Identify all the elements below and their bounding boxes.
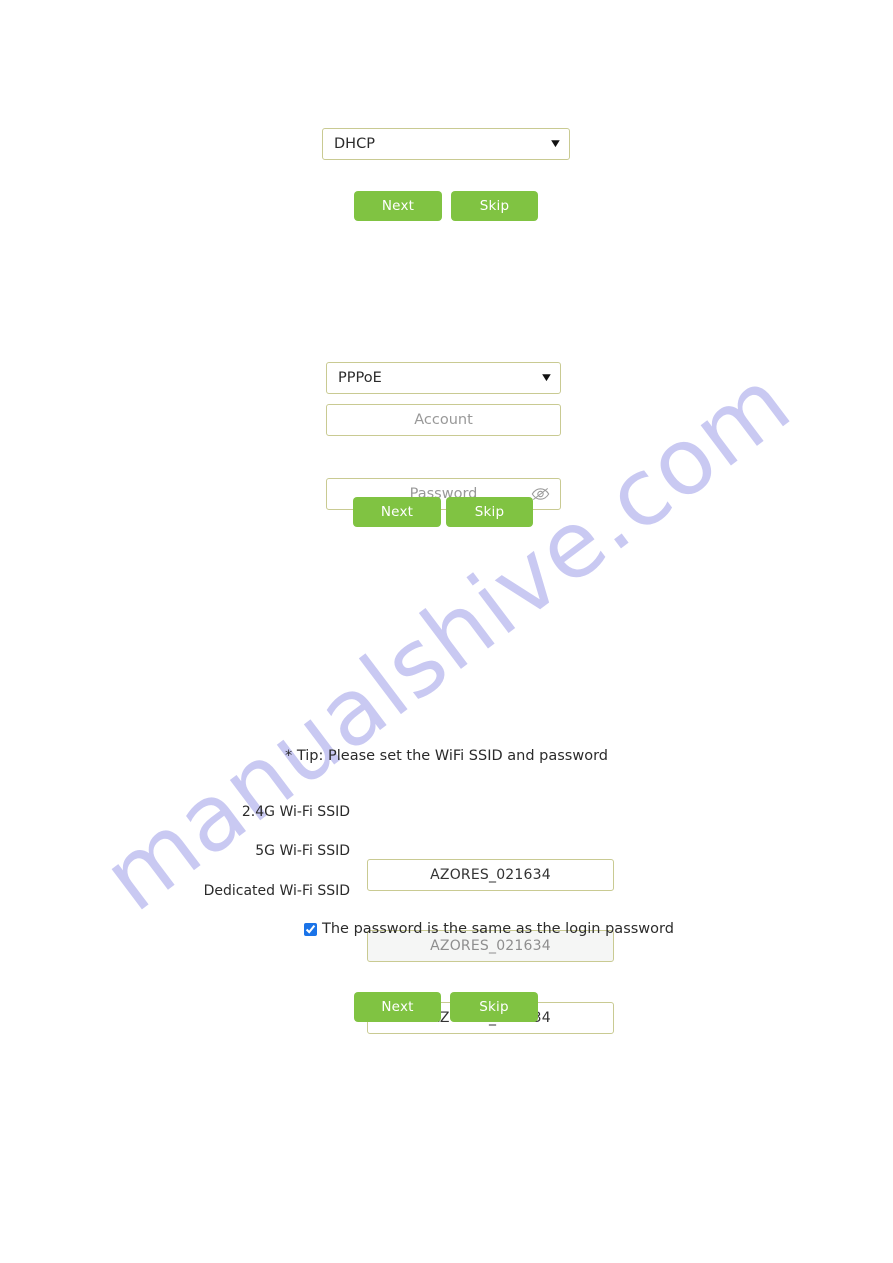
manual-page: DHCP ▼ Next Skip PPPoE ▼ Account Passwor…: [0, 0, 893, 1263]
chevron-down-icon: ▼: [542, 372, 551, 383]
same-password-checkbox[interactable]: [304, 922, 317, 936]
eye-slash-icon[interactable]: [531, 487, 550, 502]
label-ssid-dedicated: Dedicated Wi-Fi SSID: [203, 883, 350, 899]
dhcp-skip-button[interactable]: Skip: [451, 191, 538, 221]
dhcp-mode-select[interactable]: DHCP ▼: [322, 128, 570, 160]
label-ssid-5g: 5G Wi-Fi SSID: [255, 843, 350, 859]
same-password-checkbox-row[interactable]: The password is the same as the login pa…: [304, 921, 674, 937]
pppoe-account-placeholder: Account: [414, 412, 473, 428]
pppoe-account-input[interactable]: Account: [326, 404, 561, 436]
value-ssid-5g: AZORES_021634: [430, 938, 551, 954]
pppoe-mode-value: PPPoE: [338, 370, 382, 386]
dhcp-next-button[interactable]: Next: [354, 191, 442, 221]
label-ssid-24g: 2.4G Wi-Fi SSID: [241, 804, 350, 820]
value-ssid-24g: AZORES_021634: [430, 867, 551, 883]
input-ssid-24g[interactable]: AZORES_021634: [367, 859, 614, 891]
chevron-down-icon: ▼: [551, 138, 560, 149]
dhcp-mode-value: DHCP: [334, 136, 375, 152]
wifi-next-button[interactable]: Next: [354, 992, 441, 1022]
wifi-skip-button[interactable]: Skip: [450, 992, 538, 1022]
wifi-tip-text: * Tip: Please set the WiFi SSID and pass…: [285, 748, 608, 764]
pppoe-next-button[interactable]: Next: [353, 497, 441, 527]
same-password-label: The password is the same as the login pa…: [322, 921, 674, 937]
pppoe-skip-button[interactable]: Skip: [446, 497, 533, 527]
pppoe-mode-select[interactable]: PPPoE ▼: [326, 362, 561, 394]
